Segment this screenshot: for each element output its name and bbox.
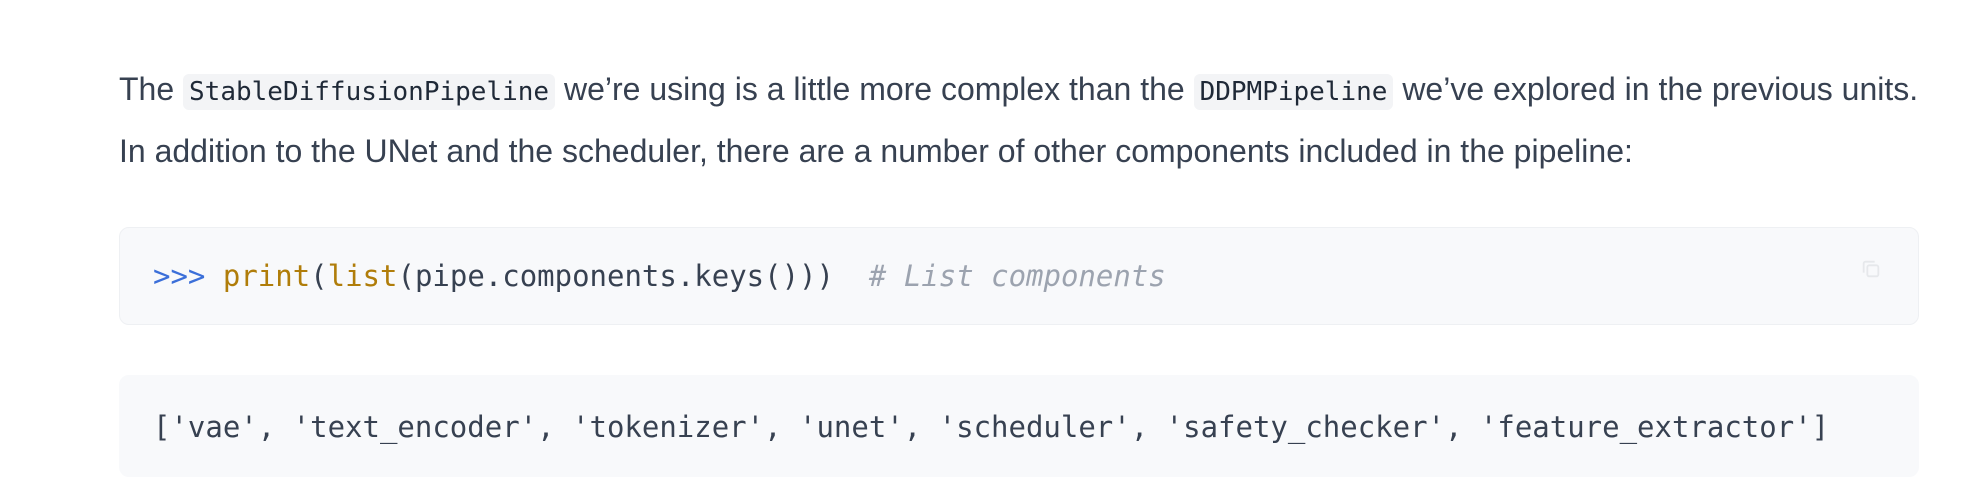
- code-args: (pipe.components.keys())): [397, 259, 834, 293]
- code-input-block: >>> print(list(pipe.components.keys())) …: [119, 227, 1919, 325]
- paragraph-text-2: we’re using is a little more complex tha…: [555, 71, 1194, 107]
- code-output-block: ['vae', 'text_encoder', 'tokenizer', 'un…: [119, 375, 1919, 477]
- paragraph-text-1: The: [119, 71, 184, 107]
- doc-content: The StableDiffusionPipeline we’re using …: [119, 60, 1919, 181]
- inline-code-stable-diffusion-pipeline: StableDiffusionPipeline: [183, 74, 556, 110]
- copy-icon[interactable]: [1860, 258, 1882, 280]
- code-fn-list: list: [327, 259, 398, 293]
- description-paragraph: The StableDiffusionPipeline we’re using …: [119, 60, 1919, 181]
- code-output-text: ['vae', 'text_encoder', 'tokenizer', 'un…: [153, 410, 1830, 444]
- code-comment: # List components: [868, 259, 1166, 293]
- repl-prompt: >>>: [153, 259, 206, 293]
- code-paren: (: [310, 259, 328, 293]
- inline-code-ddpm-pipeline: DDPMPipeline: [1193, 74, 1394, 110]
- code-fn-print: print: [222, 259, 311, 293]
